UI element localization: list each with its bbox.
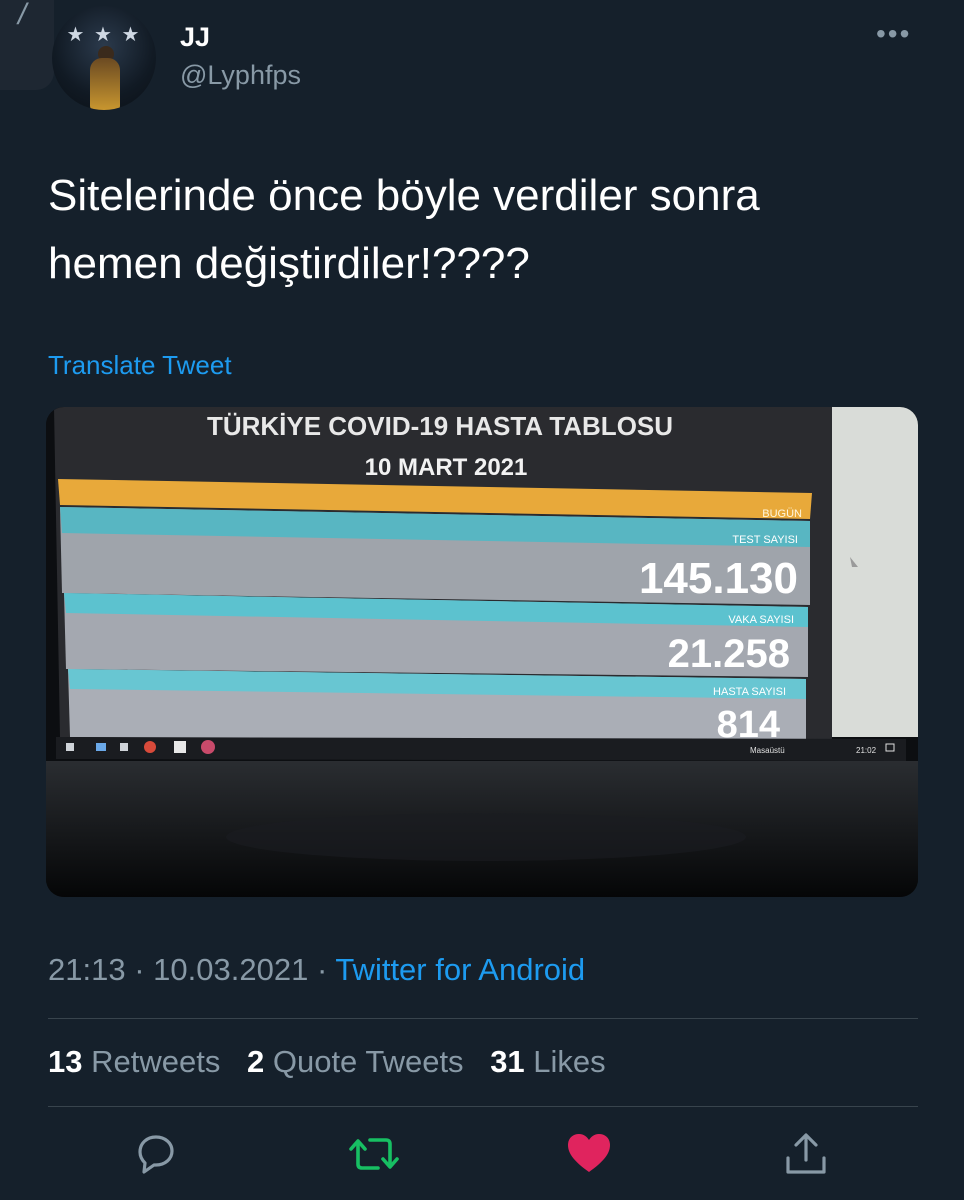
media-row-3-label: HASTA SAYISI xyxy=(713,686,786,698)
author-name[interactable]: JJ xyxy=(180,22,210,53)
tweet-text: Sitelerinde önce böyle verdiler sonra he… xyxy=(48,162,908,298)
meta-separator-2: · xyxy=(316,952,328,987)
avatar[interactable]: ★ ★ ★ xyxy=(52,6,156,110)
likes-count: 31 xyxy=(490,1044,525,1079)
media-row-2-label: VAKA SAYISI xyxy=(728,614,794,626)
media-row-1-value: 145.130 xyxy=(639,554,798,603)
translate-tweet-link[interactable]: Translate Tweet xyxy=(48,350,232,381)
engagement-stats: 13 Retweets 2 Quote Tweets 31 Likes xyxy=(48,1044,606,1080)
media-date: 10 MART 2021 xyxy=(365,454,528,481)
more-icon[interactable]: ••• xyxy=(876,18,911,50)
avatar-figure xyxy=(90,58,120,110)
author-handle[interactable]: @Lyphfps xyxy=(180,60,301,91)
divider xyxy=(48,1106,918,1107)
divider xyxy=(48,1018,918,1019)
reply-button[interactable] xyxy=(132,1130,180,1178)
meta-separator-1: · xyxy=(134,952,145,987)
retweet-icon xyxy=(349,1138,399,1170)
quote-tweets-count: 2 xyxy=(246,1044,265,1079)
avatar-stars-decoration: ★ ★ ★ xyxy=(66,24,142,46)
tweet-date: 10.03.2021 xyxy=(153,952,309,987)
retweet-button[interactable] xyxy=(348,1130,399,1178)
tweet-source-link[interactable]: Twitter for Android xyxy=(335,952,585,987)
tweet-meta: 21:13 · 10.03.2021 · Twitter for Android xyxy=(48,952,585,988)
share-button[interactable] xyxy=(782,1130,830,1178)
quote-tweets-label: Quote Tweets xyxy=(272,1044,464,1079)
like-icon xyxy=(568,1134,610,1172)
media-header-label: BUGÜN xyxy=(762,508,802,520)
reply-icon xyxy=(138,1135,174,1174)
monitor-right-panel xyxy=(832,407,918,737)
retweets-stat[interactable]: 13 Retweets xyxy=(48,1044,220,1079)
taskbar-text: Masaüstü xyxy=(750,746,785,755)
media-row-2-value: 21.258 xyxy=(668,632,790,676)
retweets-label: Retweets xyxy=(91,1044,221,1079)
tweet-media-photo[interactable]: TÜRKİYE COVID-19 HASTA TABLOSU 10 MART 2… xyxy=(46,407,918,897)
media-title: TÜRKİYE COVID-19 HASTA TABLOSU xyxy=(207,411,673,441)
tweet-text-line-2: hemen değiştirdiler!???? xyxy=(48,239,530,288)
taskbar-time: 21:02 xyxy=(856,746,877,755)
back-tab[interactable]: / xyxy=(0,0,54,90)
like-button[interactable] xyxy=(565,1130,613,1178)
tweet-text-line-1: Sitelerinde önce böyle verdiler sonra xyxy=(48,171,760,220)
quote-tweets-stat[interactable]: 2 Quote Tweets xyxy=(247,1044,464,1079)
likes-stat[interactable]: 31 Likes xyxy=(490,1044,605,1079)
media-row-1-label: TEST SAYISI xyxy=(732,534,798,546)
tweet-time: 21:13 xyxy=(48,952,126,987)
photo-of-monitor: TÜRKİYE COVID-19 HASTA TABLOSU 10 MART 2… xyxy=(46,407,918,897)
likes-label: Likes xyxy=(533,1044,606,1079)
share-icon xyxy=(786,1133,826,1174)
retweets-count: 13 xyxy=(48,1044,83,1079)
